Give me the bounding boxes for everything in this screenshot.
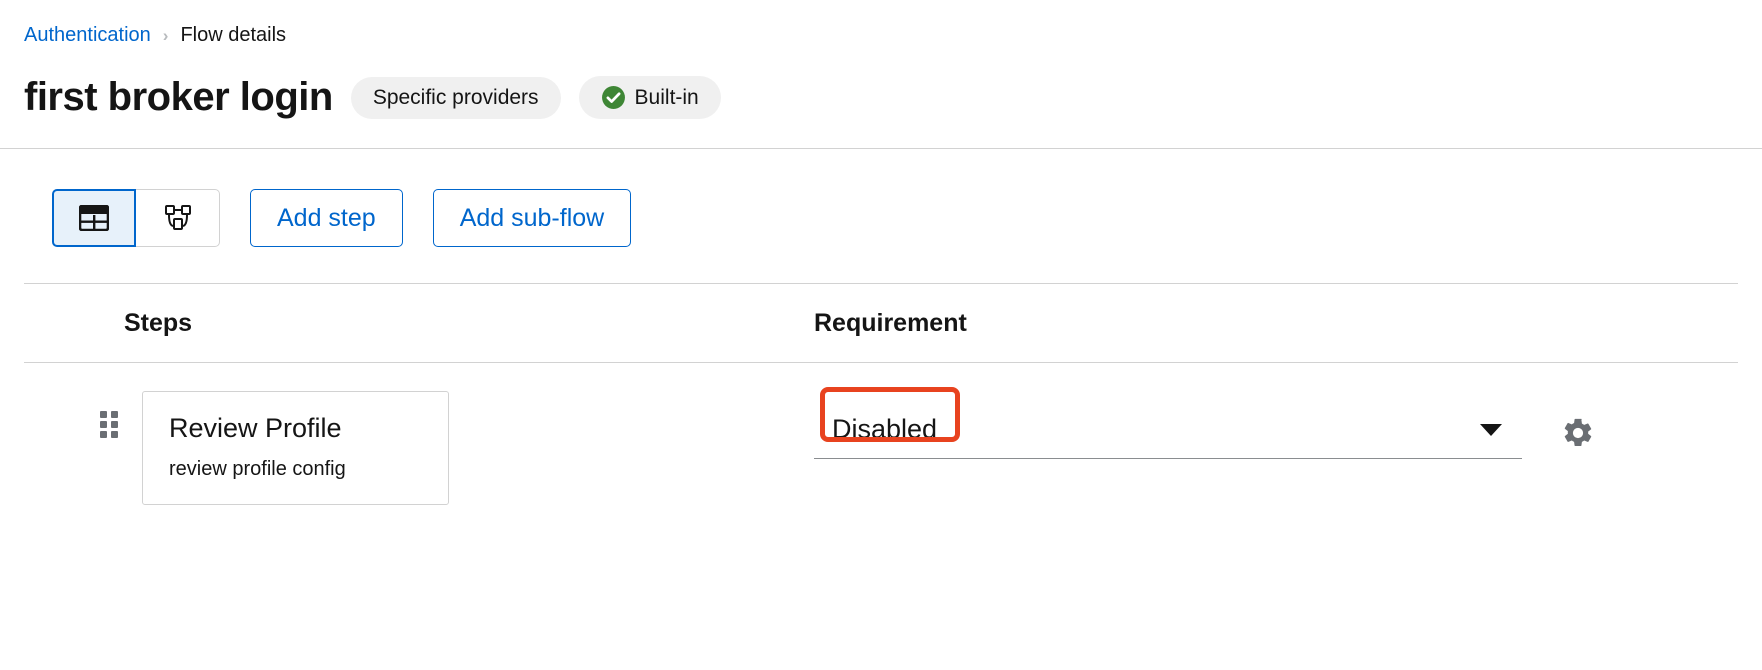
- check-circle-icon: [601, 86, 625, 109]
- table-header-row: Steps Requirement: [0, 284, 1762, 362]
- cell-steps: Review Profile review profile config: [24, 391, 790, 505]
- toggle-diagram-view[interactable]: [136, 189, 220, 247]
- cell-requirement: Disabled: [790, 387, 1762, 459]
- flow-toolbar: Add step Add sub-flow: [0, 149, 1762, 247]
- step-card[interactable]: Review Profile review profile config: [142, 391, 449, 505]
- page-title: first broker login: [24, 75, 333, 119]
- breadcrumb-link-authentication[interactable]: Authentication: [24, 24, 151, 47]
- chevron-right-icon: ›: [162, 26, 169, 45]
- chip-specific-providers: Specific providers: [350, 76, 561, 119]
- breadcrumb-current-flow-details: Flow details: [180, 24, 287, 46]
- gear-icon: [1564, 418, 1592, 447]
- step-settings-button[interactable]: [1558, 413, 1598, 453]
- view-toggle-group: [52, 189, 220, 247]
- step-title: Review Profile: [169, 413, 342, 443]
- chip-built-in: Built-in: [578, 76, 721, 119]
- column-header-requirement: Requirement: [814, 308, 967, 337]
- requirement-selected-value: Disabled: [832, 414, 938, 444]
- table-row: Review Profile review profile config Dis…: [0, 363, 1762, 505]
- table-icon: [79, 205, 109, 231]
- requirement-select[interactable]: Disabled: [814, 387, 1522, 459]
- chip-label: Built-in: [634, 85, 699, 109]
- add-step-button[interactable]: Add step: [250, 189, 403, 247]
- toggle-table-view[interactable]: [52, 189, 136, 247]
- topology-icon: [164, 205, 191, 230]
- grip-icon[interactable]: [100, 411, 120, 439]
- column-header-steps: Steps: [124, 308, 193, 337]
- page-header: first broker login Specific providers Bu…: [0, 47, 1762, 120]
- caret-down-icon: [1480, 423, 1502, 436]
- breadcrumb: Authentication › Flow details: [0, 0, 1762, 47]
- chip-label: Specific providers: [372, 85, 539, 109]
- step-subtitle: review profile config: [169, 457, 346, 480]
- flow-steps-table: Steps Requirement Review Profile review …: [0, 284, 1762, 505]
- add-sub-flow-button[interactable]: Add sub-flow: [432, 189, 632, 247]
